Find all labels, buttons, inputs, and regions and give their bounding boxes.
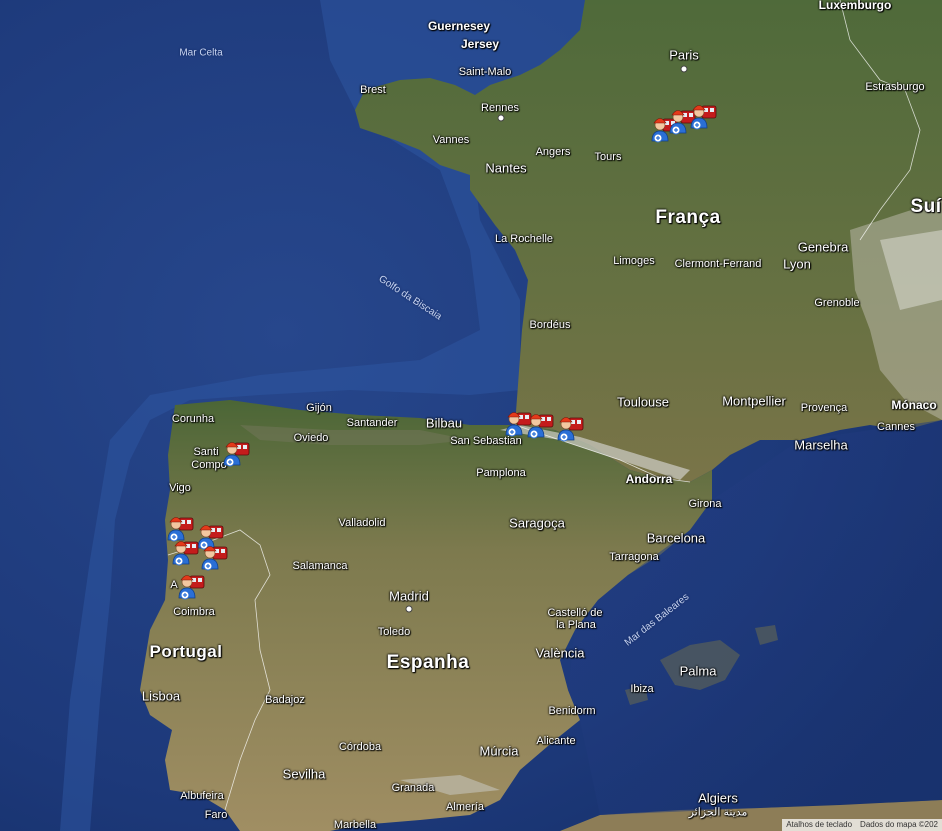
city-label-tarragona: Tarragona — [609, 551, 659, 563]
city-label-lisboa: Lisboa — [141, 688, 181, 704]
city-label-murcia: Múrcia — [479, 743, 519, 759]
city-label-gijon: Gijón — [306, 402, 332, 414]
city-label-lyon: Lyon — [783, 256, 811, 272]
city-label-saint-malo: Saint-Malo — [458, 66, 512, 78]
city-label-sevilha: Sevilha — [282, 766, 326, 782]
city-label-badajoz: Badajoz — [265, 694, 305, 706]
city-label-alicante: Alicante — [536, 735, 576, 747]
city-label-castello-1: Castelló de — [547, 607, 603, 619]
firefighter-group-icon — [221, 442, 251, 473]
fire-team-marker-paris-3[interactable] — [688, 98, 718, 132]
city-label-limoges: Limoges — [613, 255, 655, 267]
fire-team-marker-pyrenees[interactable] — [555, 410, 585, 444]
keyboard-shortcuts-link[interactable]: Atalhos de teclado — [782, 819, 856, 831]
city-label-la-rochelle: La Rochelle — [494, 233, 554, 245]
city-label-barcelona: Barcelona — [646, 530, 706, 546]
city-label-paris: Paris — [669, 47, 699, 63]
fire-team-marker-aveiro[interactable] — [176, 568, 206, 602]
fire-team-marker-porto-3[interactable] — [170, 534, 200, 568]
city-label-genebra: Genebra — [797, 239, 849, 255]
city-label-girona: Girona — [688, 498, 722, 510]
city-label-faro: Faro — [204, 809, 228, 821]
city-label-saragoca: Saragoça — [509, 515, 565, 531]
city-label-albufeira: Albufeira — [180, 790, 224, 802]
city-label-marselha: Marselha — [794, 437, 848, 453]
city-label-cordoba: Córdoba — [338, 741, 382, 753]
country-label-espanha: Espanha — [386, 652, 470, 673]
sea-label-mar-celta: Mar Celta — [179, 47, 223, 59]
country-label-suica: Suí — [910, 196, 942, 217]
city-label-santiago-1: Santi — [193, 446, 219, 458]
country-label-franca: França — [655, 207, 721, 228]
country-label-portugal: Portugal — [149, 642, 223, 661]
city-label-toledo: Toledo — [377, 626, 411, 638]
region-label-luxemburgo: Luxemburgo — [818, 0, 892, 12]
city-label-algiers-ar: مدينة الجزائر — [688, 806, 748, 819]
city-label-valladolid: Valladolid — [338, 517, 386, 529]
city-label-nantes: Nantes — [485, 160, 527, 176]
city-label-grenoble: Grenoble — [814, 297, 860, 309]
city-label-coimbra: Coimbra — [173, 606, 215, 618]
city-label-marbella: Marbella — [333, 819, 377, 831]
city-label-castello-2: la Plana — [556, 619, 596, 631]
city-label-ibiza: Ibiza — [630, 683, 654, 695]
city-dot-paris — [680, 65, 688, 73]
map-data-link[interactable]: Dados do mapa ©202 — [856, 819, 942, 831]
city-label-cannes: Cannes — [877, 421, 915, 433]
city-label-pamplona: Pamplona — [476, 467, 526, 479]
firefighter-group-icon — [525, 414, 555, 445]
city-dot-madrid — [405, 605, 413, 613]
city-label-palma: Palma — [679, 663, 717, 679]
city-label-salamanca: Salamanca — [292, 560, 348, 572]
city-dot-rennes — [497, 114, 505, 122]
city-label-brest: Brest — [360, 84, 386, 96]
region-label-jersey: Jersey — [460, 37, 500, 51]
city-label-vannes: Vannes — [432, 134, 470, 146]
city-label-rennes: Rennes — [481, 102, 519, 114]
city-label-corunha: Corunha — [171, 413, 215, 425]
city-label-angers: Angers — [535, 146, 571, 158]
city-label-almeria: Almería — [446, 801, 484, 813]
city-label-santander: Santander — [346, 417, 398, 429]
city-label-bilbao: Bilbau — [425, 415, 463, 431]
city-label-madrid: Madrid — [389, 588, 429, 604]
city-label-benidorm: Benidorm — [548, 705, 596, 717]
region-label-monaco: Mónaco — [891, 398, 937, 412]
city-label-vigo: Vigo — [169, 482, 191, 494]
city-label-algiers: Algiers — [698, 790, 738, 806]
fire-team-marker-santiago[interactable] — [221, 435, 251, 469]
firefighter-group-icon — [555, 417, 585, 448]
region-label-andorra: Andorra — [625, 472, 673, 486]
firefighter-group-icon — [688, 105, 718, 136]
city-label-tours: Tours — [594, 151, 622, 163]
city-label-provenca: Provença — [800, 402, 848, 414]
city-label-toulouse: Toulouse — [616, 394, 670, 410]
fire-team-marker-basque-2[interactable] — [525, 407, 555, 441]
satellite-map[interactable] — [0, 0, 942, 831]
city-label-oviedo: Oviedo — [293, 432, 329, 444]
city-label-granada: Granada — [391, 782, 435, 794]
firefighter-group-icon — [176, 575, 206, 606]
city-label-estrasburgo: Estrasburgo — [865, 81, 925, 93]
city-label-montpellier: Montpellier — [722, 393, 786, 409]
city-label-bordeus: Bordéus — [529, 319, 571, 331]
region-label-guernesey: Guernesey — [427, 19, 491, 33]
city-label-valencia: València — [535, 645, 585, 661]
city-label-clermont: Clermont-Ferrand — [674, 258, 762, 270]
map-attribution: Atalhos de teclado Dados do mapa ©202 — [782, 819, 942, 831]
